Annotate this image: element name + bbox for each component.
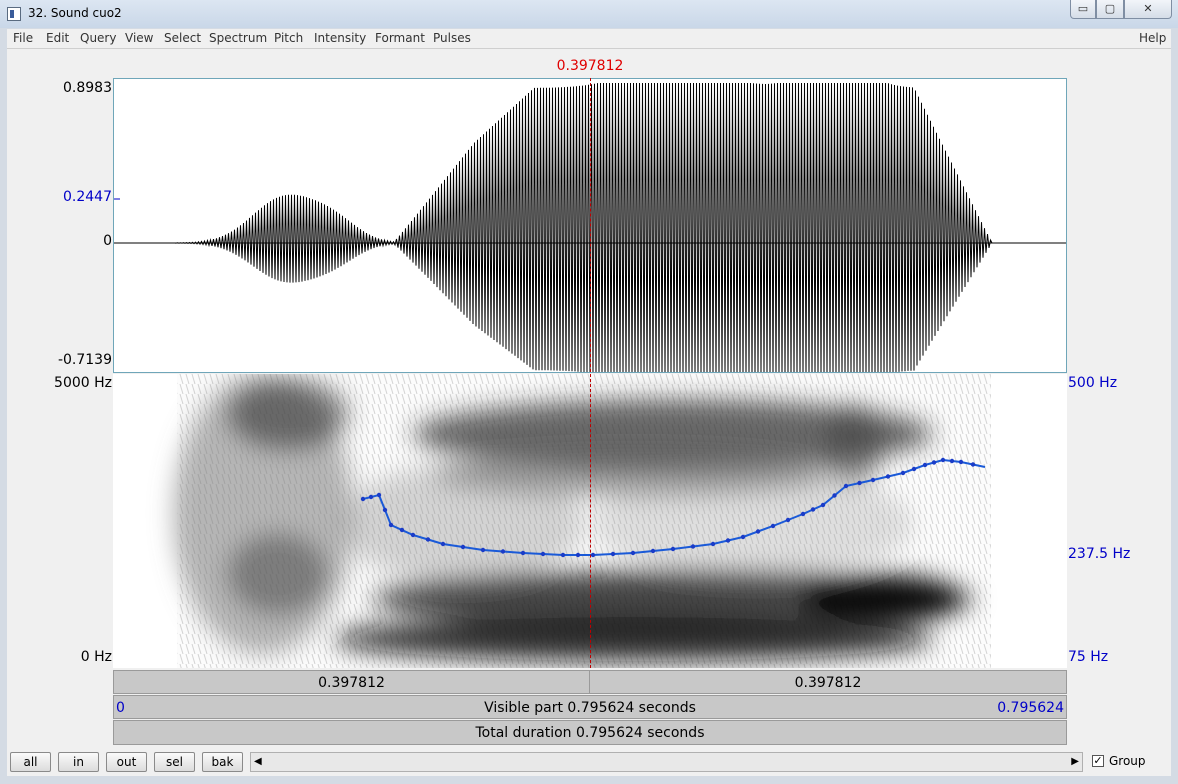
pitch-point (970, 462, 976, 467)
pitch-point (900, 470, 906, 476)
spectrogram-top-freq: 5000 Hz (54, 375, 112, 391)
pitch-point (440, 541, 446, 547)
group-label: Group (1109, 754, 1146, 768)
pitch-point (725, 538, 731, 543)
pitch-point (931, 460, 937, 465)
pitch-point (500, 549, 506, 554)
pitch-point (410, 532, 416, 538)
zoom-all-button[interactable]: all (10, 752, 51, 772)
pitch-point (399, 527, 405, 533)
title-bar: 32. Sound cuo2 ▭ ▢ ✕ (0, 0, 1178, 28)
minimize-button[interactable]: ▭ (1070, 0, 1096, 19)
scroll-left-icon[interactable]: ◀ (254, 756, 262, 767)
visible-part-label: Visible part 0.795624 seconds (484, 700, 696, 716)
visible-part-bar[interactable]: 0 Visible part 0.795624 seconds 0.795624 (113, 695, 1067, 719)
menu-intensity[interactable]: Intensity (314, 31, 366, 45)
pitch-point (650, 548, 656, 554)
time-bar-right-part[interactable]: 0.397812 (589, 670, 1067, 694)
cursor-line (590, 78, 591, 668)
pitch-point (940, 457, 946, 463)
pitch-point (958, 459, 964, 465)
pitch-point (560, 552, 566, 558)
menu-view[interactable]: View (125, 31, 153, 45)
pitch-point (857, 480, 862, 486)
menu-formant[interactable]: Formant (375, 31, 425, 45)
spectrogram-bottom-freq: 0 Hz (80, 649, 112, 665)
pitch-point (785, 517, 791, 523)
pitch-point (460, 544, 466, 550)
right-part-label: 0.397812 (794, 675, 862, 691)
pitch-point (740, 534, 746, 540)
close-button[interactable]: ✕ (1124, 0, 1172, 19)
window-app-icon (7, 7, 21, 21)
visible-end-label: 0.795624 (997, 700, 1064, 716)
pitch-point (820, 502, 826, 508)
waveform-max-label: 0.8983 (63, 80, 112, 96)
zoom-sel-button[interactable]: sel (154, 752, 195, 772)
pitch-point (610, 551, 616, 557)
group-checkbox[interactable]: ✓ (1092, 755, 1104, 767)
menu-help[interactable]: Help (1139, 31, 1166, 45)
pitch-point (382, 507, 388, 513)
pitch-point (388, 522, 394, 528)
menu-edit[interactable]: Edit (46, 31, 69, 45)
pitch-point (949, 458, 955, 464)
pitch-point (770, 523, 776, 529)
menu-pitch[interactable]: Pitch (274, 31, 303, 45)
spectrogram-formants (173, 374, 973, 661)
pitch-point (670, 546, 676, 552)
praat-sound-editor-window: 32. Sound cuo2 ▭ ▢ ✕ File Edit Query Vie… (0, 0, 1178, 784)
pitch-point (755, 529, 761, 534)
pitch-point (885, 474, 891, 479)
maximize-button[interactable]: ▢ (1096, 0, 1124, 19)
pitch-mid-label: 237.5 Hz (1068, 546, 1131, 562)
time-bar-left-part[interactable]: 0.397812 (113, 670, 590, 694)
pitch-point (590, 552, 596, 558)
pitch-point (870, 477, 876, 483)
pitch-point (810, 507, 816, 512)
pitch-point (911, 466, 917, 472)
horizontal-scrollbar[interactable]: ◀ ▶ (250, 752, 1083, 772)
pitch-bottom-label: 75 Hz (1068, 649, 1109, 665)
waveform-mid-label: 0.2447 (63, 189, 112, 205)
left-part-label: 0.397812 (318, 675, 385, 691)
pitch-point (690, 544, 696, 549)
zoom-out-button[interactable]: out (106, 752, 147, 772)
menu-spectrum[interactable]: Spectrum (209, 31, 267, 45)
pitch-point (832, 493, 837, 498)
pitch-point (480, 547, 486, 553)
pitch-point (425, 537, 431, 542)
pitch-point (376, 492, 382, 498)
menu-bar: File Edit Query View Select Spectrum Pit… (7, 29, 1171, 49)
pitch-point (575, 552, 581, 558)
total-duration-bar[interactable]: Total duration 0.795624 seconds (113, 720, 1067, 745)
scroll-right-icon[interactable]: ▶ (1071, 756, 1079, 767)
pitch-top-label: 500 Hz (1068, 375, 1118, 391)
menu-select[interactable]: Select (164, 31, 201, 45)
pitch-point (922, 462, 928, 468)
menu-pulses[interactable]: Pulses (433, 31, 471, 45)
pitch-point (360, 496, 366, 502)
cursor-time-label: 0.397812 (556, 58, 624, 74)
pitch-point (630, 550, 636, 556)
total-duration-label: Total duration 0.795624 seconds (475, 725, 705, 741)
pitch-point (368, 494, 374, 500)
waveform-zero-label: 0 (103, 233, 112, 249)
pitch-point (710, 541, 716, 547)
pitch-point (520, 550, 526, 556)
zoom-in-button[interactable]: in (58, 752, 99, 772)
pitch-point (843, 483, 849, 489)
menu-query[interactable]: Query (80, 31, 116, 45)
window-title: 32. Sound cuo2 (28, 6, 122, 20)
menu-file[interactable]: File (13, 31, 33, 45)
waveform-min-label: -0.7139 (57, 352, 112, 368)
pitch-point (540, 551, 546, 557)
pitch-point (800, 511, 806, 517)
zoom-back-button[interactable]: bak (202, 752, 243, 772)
